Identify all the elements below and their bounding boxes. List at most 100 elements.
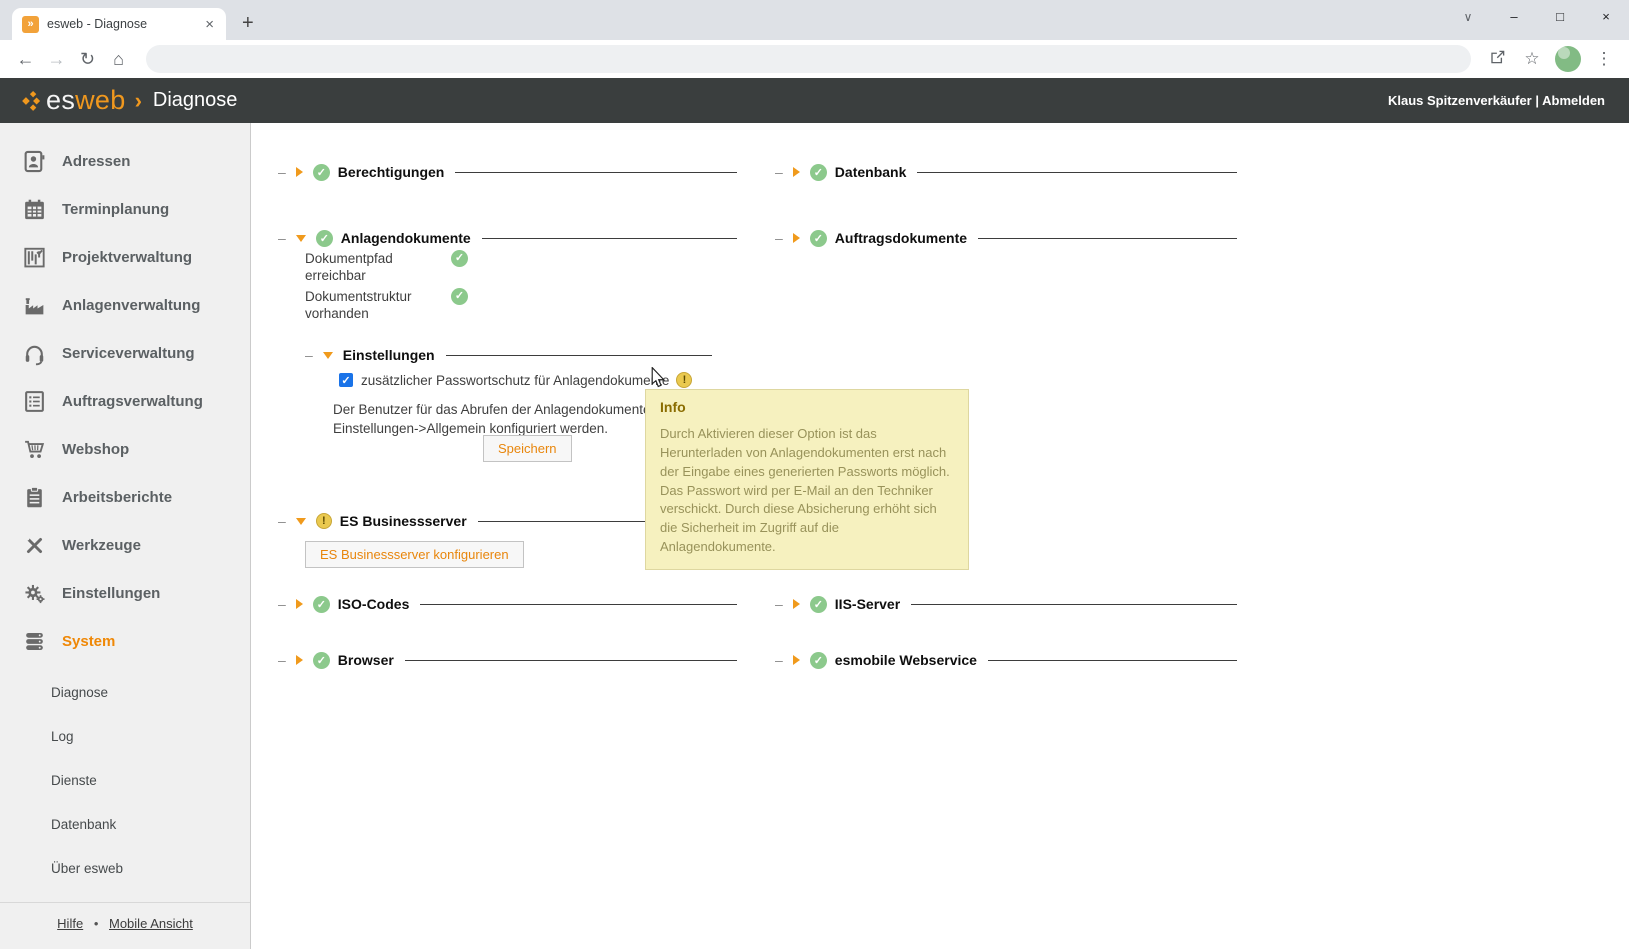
passwortschutz-checkbox[interactable]: ✓ <box>339 373 353 387</box>
expand-arrow-icon[interactable] <box>296 655 303 665</box>
logo-text-es: es <box>46 85 75 115</box>
es-businessserver-konfigurieren-button[interactable]: ES Businessserver konfigurieren <box>305 541 524 568</box>
section-title: Browser <box>338 652 394 668</box>
collapse-arrow-icon[interactable] <box>296 235 306 242</box>
esweb-favicon-icon: » <box>22 16 39 33</box>
new-tab-button[interactable]: + <box>242 12 254 35</box>
address-bar[interactable] <box>146 45 1471 73</box>
footer-separator: • <box>94 916 99 931</box>
status-ok-icon: ✓ <box>451 288 468 305</box>
breadcrumb-chevron-icon: › <box>135 88 142 114</box>
sidebar-subitem-log[interactable]: Log <box>0 715 250 759</box>
esweb-logo[interactable]: esweb <box>22 85 126 116</box>
expand-arrow-icon[interactable] <box>793 167 800 177</box>
tab-search-icon[interactable]: ∨ <box>1445 0 1491 34</box>
expand-arrow-icon[interactable] <box>296 599 303 609</box>
sidebar-item-auftragsverwaltung[interactable]: Auftragsverwaltung <box>0 377 250 425</box>
sidebar-divider <box>0 902 250 903</box>
toolbar-right: ☆ ⋮ <box>1483 46 1619 72</box>
diagnose-content: – ✓ Berechtigungen – ✓ Anlagendokumente … <box>251 123 1629 949</box>
profile-avatar[interactable] <box>1555 46 1581 72</box>
sidebar-item-adressen[interactable]: Adressen <box>0 137 250 185</box>
browser-toolbar: ← → ↻ ⌂ ☆ ⋮ <box>0 40 1629 78</box>
clipboard-icon <box>21 484 47 510</box>
hilfe-link[interactable]: Hilfe <box>57 916 83 931</box>
logout-link[interactable]: Abmelden <box>1542 93 1605 108</box>
collapse-dash[interactable]: – <box>278 596 286 612</box>
check-label: Dokumentpfad erreichbar <box>305 250 447 284</box>
collapse-dash[interactable]: – <box>278 652 286 668</box>
sidebar-item-label: Einstellungen <box>62 585 160 602</box>
collapse-dash[interactable]: – <box>278 513 286 529</box>
minimize-icon[interactable]: – <box>1491 0 1537 34</box>
back-icon[interactable]: ← <box>10 49 41 70</box>
reload-icon[interactable]: ↻ <box>72 49 103 70</box>
expand-arrow-icon[interactable] <box>793 233 800 243</box>
sidebar-item-system[interactable]: System <box>0 617 250 665</box>
sidebar-item-serviceverwaltung[interactable]: Serviceverwaltung <box>0 329 250 377</box>
status-ok-icon: ✓ <box>316 230 333 247</box>
section-rule <box>917 172 1237 173</box>
sidebar-item-webshop[interactable]: Webshop <box>0 425 250 473</box>
collapse-dash[interactable]: – <box>775 164 783 180</box>
speichern-button[interactable]: Speichern <box>483 435 572 462</box>
sidebar-item-label: Auftragsverwaltung <box>62 393 203 410</box>
collapse-dash[interactable]: – <box>775 652 783 668</box>
section-rule <box>482 238 737 239</box>
sidebar-subitem-dienste[interactable]: Dienste <box>0 759 250 803</box>
sidebar-item-projektverwaltung[interactable]: Projektverwaltung <box>0 233 250 281</box>
sidebar-item-arbeitsberichte[interactable]: Arbeitsberichte <box>0 473 250 521</box>
section-iso-codes: – ✓ ISO-Codes <box>278 593 737 615</box>
sidebar-subitem-datenbank[interactable]: Datenbank <box>0 803 250 847</box>
collapse-dash[interactable]: – <box>775 230 783 246</box>
sidebar-footer: Hilfe • Mobile Ansicht <box>0 916 250 931</box>
info-icon[interactable]: ! <box>676 372 692 388</box>
checkbox-label: zusätzlicher Passwortschutz für Anlagend… <box>361 373 669 388</box>
section-rule <box>911 604 1237 605</box>
address-book-icon <box>21 148 47 174</box>
tab-close-icon[interactable]: × <box>201 16 218 33</box>
description-line-1: Der Benutzer für das Abrufen der Anlagen… <box>333 400 661 419</box>
mobile-ansicht-link[interactable]: Mobile Ansicht <box>109 916 193 931</box>
sidebar-item-einstellungen[interactable]: Einstellungen <box>0 569 250 617</box>
expand-arrow-icon[interactable] <box>296 167 303 177</box>
collapse-dash[interactable]: – <box>278 164 286 180</box>
sidebar-subitem-diagnose[interactable]: Diagnose <box>0 671 250 715</box>
maximize-icon[interactable]: □ <box>1537 0 1583 34</box>
order-list-icon <box>21 388 47 414</box>
expand-arrow-icon[interactable] <box>793 599 800 609</box>
browser-window: » esweb - Diagnose × + ∨ – □ × ← → ↻ ⌂ ☆… <box>0 0 1629 949</box>
page-title: Diagnose <box>153 89 238 112</box>
expand-arrow-icon[interactable] <box>793 655 800 665</box>
collapse-dash[interactable]: – <box>305 347 313 363</box>
headset-icon <box>21 340 47 366</box>
share-icon[interactable] <box>1483 48 1513 71</box>
browser-menu-icon[interactable]: ⋮ <box>1589 49 1619 69</box>
gantt-chart-icon <box>21 244 47 270</box>
home-icon[interactable]: ⌂ <box>103 49 134 70</box>
section-title: Anlagendokumente <box>341 230 471 246</box>
section-rule <box>988 660 1237 661</box>
status-ok-icon: ✓ <box>810 164 827 181</box>
forward-icon[interactable]: → <box>41 49 72 70</box>
system-submenu: Diagnose Log Dienste Datenbank Über eswe… <box>0 671 250 891</box>
bookmark-star-icon[interactable]: ☆ <box>1517 49 1547 69</box>
collapse-arrow-icon[interactable] <box>296 518 306 525</box>
section-einstellungen: – Einstellungen <box>305 344 712 366</box>
sidebar-item-anlagenverwaltung[interactable]: Anlagenverwaltung <box>0 281 250 329</box>
sidebar-item-werkzeuge[interactable]: Werkzeuge <box>0 521 250 569</box>
collapse-dash[interactable]: – <box>775 596 783 612</box>
sidebar-item-label: System <box>62 633 115 650</box>
section-datenbank: – ✓ Datenbank <box>775 161 1237 183</box>
collapse-dash[interactable]: – <box>278 230 286 246</box>
collapse-arrow-icon[interactable] <box>323 352 333 359</box>
browser-tab[interactable]: » esweb - Diagnose × <box>12 8 226 40</box>
mouse-cursor-icon <box>650 367 666 394</box>
check-row-dokumentpfad: Dokumentpfad erreichbar ✓ <box>305 250 476 284</box>
section-title: ISO-Codes <box>338 596 410 612</box>
window-close-icon[interactable]: × <box>1583 0 1629 34</box>
sidebar-item-terminplanung[interactable]: Terminplanung <box>0 185 250 233</box>
sidebar-item-label: Webshop <box>62 441 129 458</box>
section-title: Einstellungen <box>343 347 435 363</box>
sidebar-subitem-ueber-esweb[interactable]: Über esweb <box>0 847 250 891</box>
